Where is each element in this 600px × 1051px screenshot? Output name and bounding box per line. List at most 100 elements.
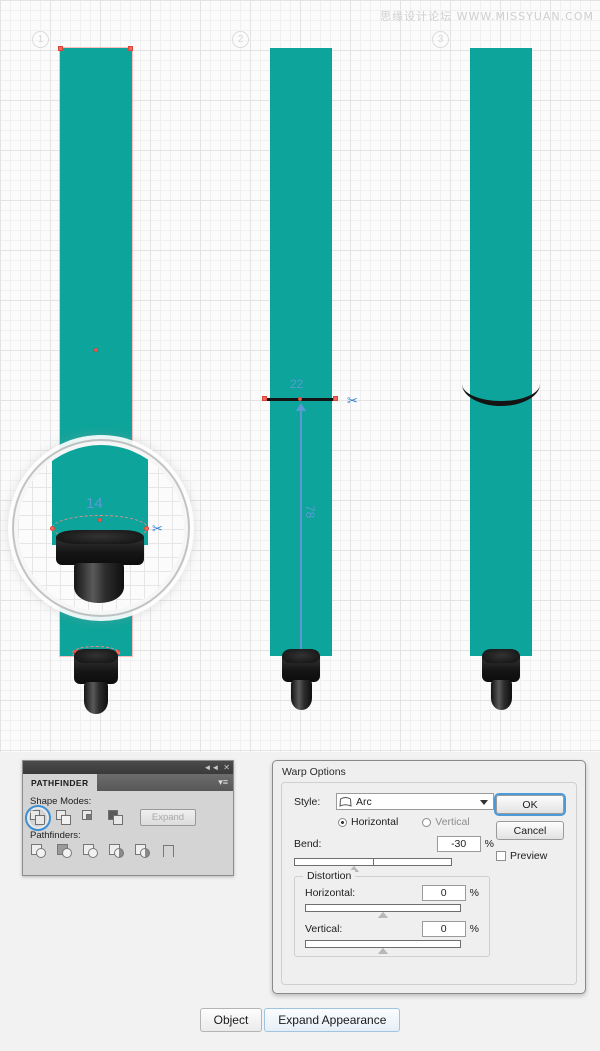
exclude-button[interactable] xyxy=(108,809,124,826)
dialog-left-column: Style: Arc Horizontal Vertical Bend: -30… xyxy=(294,793,494,957)
panel-menu-icon[interactable]: ▾≡ xyxy=(218,777,228,788)
magnified-anchor-top[interactable] xyxy=(98,518,102,522)
checkbox-icon xyxy=(496,851,506,861)
radio-horizontal-dot-icon xyxy=(338,817,347,827)
bend-slider-center-mark xyxy=(373,858,374,866)
trim-button[interactable] xyxy=(56,843,73,859)
dialog-title: Warp Options xyxy=(282,766,346,778)
radio-vertical[interactable]: Vertical xyxy=(422,816,470,828)
pen-body-column-3[interactable] xyxy=(470,48,532,656)
illustration-canvas: 思缘设计论坛 WWW.MISSYUAN.COM 1 2 3 14 ✂ 22 ✂ … xyxy=(0,0,600,752)
expand-appearance-button[interactable]: Expand Appearance xyxy=(264,1008,401,1032)
exclude-icon-overlay xyxy=(113,814,123,825)
distortion-horizontal-input[interactable]: 0 xyxy=(421,885,466,901)
distortion-vertical-label: Vertical: xyxy=(305,923,343,935)
chevron-down-icon[interactable] xyxy=(480,800,488,805)
distortion-horizontal-unit: % xyxy=(469,887,479,899)
shape-modes-row: Expand xyxy=(25,804,226,831)
arc-style-icon xyxy=(339,797,352,807)
cancel-button[interactable]: Cancel xyxy=(496,821,564,840)
outline-button[interactable] xyxy=(134,843,151,859)
distortion-horizontal-slider[interactable] xyxy=(305,904,461,918)
distortion-group: Distortion Horizontal: 0 % Vertical: 0 % xyxy=(294,870,490,957)
pathfinder-panel: ◄◄ ✕ PATHFINDER ▾≡ Shape Modes: Expand P… xyxy=(22,760,234,876)
magnified-anchor-right[interactable] xyxy=(144,526,149,531)
style-label: Style: xyxy=(294,795,321,808)
distortion-group-title: Distortion xyxy=(303,870,356,882)
tab-pathfinder[interactable]: PATHFINDER xyxy=(23,774,97,791)
expand-button[interactable]: Expand xyxy=(140,809,196,826)
measure-anchor-right[interactable] xyxy=(333,396,338,401)
distortion-vertical-row: Vertical: 0 % xyxy=(305,921,479,937)
intersect-button[interactable] xyxy=(82,809,98,826)
preview-label: Preview xyxy=(510,850,548,862)
object-button[interactable]: Object xyxy=(199,1008,263,1032)
distortion-vertical-slider[interactable] xyxy=(305,940,461,954)
collapse-icon[interactable]: ◄◄ xyxy=(203,763,219,772)
crop-button[interactable] xyxy=(108,843,125,859)
unite-button[interactable] xyxy=(25,804,51,831)
distortion-horizontal-label: Horizontal: xyxy=(305,887,356,899)
magnifier-loupe: 14 ✂ xyxy=(18,445,184,611)
magnified-ferrule xyxy=(56,530,144,565)
close-icon[interactable]: ✕ xyxy=(223,763,230,772)
bottom-button-bar: Object Expand Appearance xyxy=(0,998,600,1051)
merge-icon-circle xyxy=(88,848,98,858)
scissors-cursor-icon-magnified: ✂ xyxy=(152,521,163,536)
distortion-vertical-input[interactable]: 0 xyxy=(421,921,466,937)
divide-icon-circle xyxy=(36,848,46,858)
selection-ring-icon xyxy=(25,804,51,831)
step-number-2: 2 xyxy=(232,31,249,48)
step-number-3: 3 xyxy=(432,31,449,48)
trim-icon-circle xyxy=(62,848,72,858)
style-select[interactable]: Arc xyxy=(336,793,494,810)
measure-anchor-center[interactable] xyxy=(298,397,302,401)
distortion-vertical-track xyxy=(305,940,461,948)
magnified-tip xyxy=(74,563,124,603)
anchor-point-top-left[interactable] xyxy=(58,46,63,51)
magnifier-content: 14 ✂ xyxy=(18,445,184,611)
measure-label-22: 22 xyxy=(290,377,304,391)
minus-back-icon xyxy=(163,845,174,857)
distortion-horizontal-row: Horizontal: 0 % xyxy=(305,885,479,901)
step-number-2-label: 2 xyxy=(237,34,244,45)
bend-slider[interactable] xyxy=(294,858,452,872)
measure-label-78: 78 xyxy=(303,505,317,519)
bend-unit-label: % xyxy=(484,838,494,850)
bend-label: Bend: xyxy=(294,838,322,850)
pen-tip-column-1 xyxy=(84,682,108,714)
bend-row: Bend: -30 % xyxy=(294,836,494,852)
distortion-horizontal-thumb[interactable] xyxy=(378,912,388,918)
minus-front-button[interactable] xyxy=(56,809,72,826)
anchor-point-top-right[interactable] xyxy=(128,46,133,51)
scissors-cursor-icon: ✂ xyxy=(347,393,358,408)
pen-tip-column-2 xyxy=(291,680,312,710)
preview-checkbox[interactable]: Preview xyxy=(496,850,566,862)
warp-options-dialog: Warp Options Style: Arc Horizontal Verti… xyxy=(272,760,586,994)
step-number-1-label: 1 xyxy=(37,34,44,45)
pen-ferrule-column-3 xyxy=(482,649,520,682)
ok-button[interactable]: OK xyxy=(496,795,564,814)
watermark-text: 思缘设计论坛 WWW.MISSYUAN.COM xyxy=(380,10,594,23)
magnified-anchor-left[interactable] xyxy=(50,526,55,531)
outline-icon-circle xyxy=(140,848,150,858)
pen-ferrule-column-2 xyxy=(282,649,320,682)
measure-anchor-left[interactable] xyxy=(262,396,267,401)
distortion-vertical-thumb[interactable] xyxy=(378,948,388,954)
divide-button[interactable] xyxy=(30,843,47,859)
shape-modes-label: Shape Modes: xyxy=(30,796,92,807)
merge-button[interactable] xyxy=(82,843,99,859)
anchor-point-mid[interactable] xyxy=(94,348,98,352)
pathfinder-body: Shape Modes: Expand Pathfinders: xyxy=(23,791,233,859)
radio-horizontal-label: Horizontal xyxy=(351,816,399,828)
step-number-3-label: 3 xyxy=(437,34,444,45)
pathfinder-titlebar: ◄◄ ✕ xyxy=(23,761,233,774)
radio-horizontal[interactable]: Horizontal xyxy=(338,816,398,828)
pathfinders-row xyxy=(30,843,226,859)
minus-back-button[interactable] xyxy=(160,843,177,859)
measure-label-14: 14 xyxy=(86,495,103,512)
pathfinder-tabrow: PATHFINDER ▾≡ xyxy=(23,774,233,791)
bend-input[interactable]: -30 xyxy=(436,836,481,852)
crop-icon-circle xyxy=(114,848,124,858)
radio-vertical-dot-icon xyxy=(422,817,432,827)
